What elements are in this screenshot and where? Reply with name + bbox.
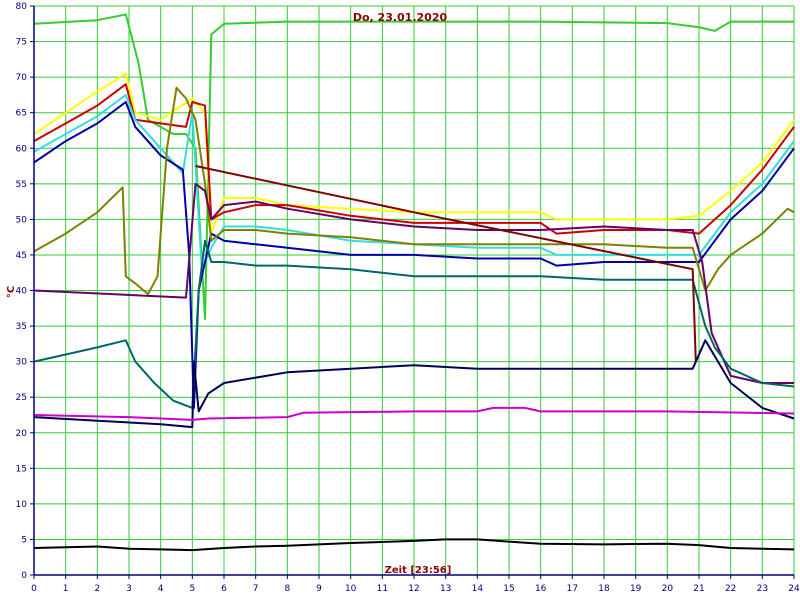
x-tick-label-15: 15 xyxy=(503,584,514,594)
x-tick-label-19: 19 xyxy=(630,584,642,594)
y-tick-label-13: 65 xyxy=(16,109,27,119)
y-tick-label-5: 25 xyxy=(16,393,27,403)
y-tick-label-1: 5 xyxy=(21,535,27,545)
x-tick-label-0: 0 xyxy=(31,584,37,594)
x-tick-label-11: 11 xyxy=(377,584,388,594)
y-tick-label-4: 20 xyxy=(16,429,28,439)
x-tick-label-22: 22 xyxy=(725,584,736,594)
x-tick-label-12: 12 xyxy=(408,584,419,594)
x-tick-label-24: 24 xyxy=(788,584,800,594)
chart-background xyxy=(0,0,800,600)
x-tick-label-13: 13 xyxy=(440,584,451,594)
temperature-chart: 0 1 2 3 4 5 6 7 8 9 10 11 12 13 14 15 16 17 18 19 20 21 22 23 24… xyxy=(0,0,800,600)
y-tick-label-9: 45 xyxy=(16,251,27,261)
y-tick-label-11: 55 xyxy=(16,180,27,190)
x-tick-label-14: 14 xyxy=(472,584,484,594)
x-tick-label-23: 23 xyxy=(757,584,768,594)
x-tick-label-21: 21 xyxy=(693,584,704,594)
y-axis-label: °C xyxy=(6,286,17,298)
x-tick-label-9: 9 xyxy=(316,584,322,594)
x-tick-label-10: 10 xyxy=(345,584,357,594)
x-tick-label-20: 20 xyxy=(662,584,674,594)
y-tick-label-0: 0 xyxy=(21,571,27,581)
x-tick-label-2: 2 xyxy=(94,584,100,594)
x-tick-label-16: 16 xyxy=(535,584,547,594)
x-tick-label-3: 3 xyxy=(126,584,132,594)
x-tick-label-6: 6 xyxy=(221,584,227,594)
x-tick-label-4: 4 xyxy=(158,584,164,594)
y-tick-label-7: 35 xyxy=(16,322,27,332)
y-tick-label-14: 70 xyxy=(16,73,28,83)
y-tick-label-2: 10 xyxy=(16,500,28,510)
y-tick-label-12: 60 xyxy=(16,144,28,154)
y-tick-label-6: 30 xyxy=(16,358,28,368)
x-axis-label: Zeit [23:56] xyxy=(385,565,452,576)
y-tick-label-8: 40 xyxy=(16,287,28,297)
x-tick-label-18: 18 xyxy=(598,584,610,594)
y-tick-label-15: 75 xyxy=(16,38,27,48)
x-tick-label-17: 17 xyxy=(567,584,578,594)
x-tick-label-1: 1 xyxy=(63,584,69,594)
y-tick-label-10: 50 xyxy=(16,215,28,225)
x-tick-label-5: 5 xyxy=(189,584,195,594)
y-tick-label-16: 80 xyxy=(16,2,28,12)
chart-title: Do, 23.01.2020 xyxy=(353,11,448,24)
x-tick-label-8: 8 xyxy=(284,584,290,594)
x-tick-label-7: 7 xyxy=(253,584,259,594)
y-tick-label-3: 15 xyxy=(16,464,27,474)
